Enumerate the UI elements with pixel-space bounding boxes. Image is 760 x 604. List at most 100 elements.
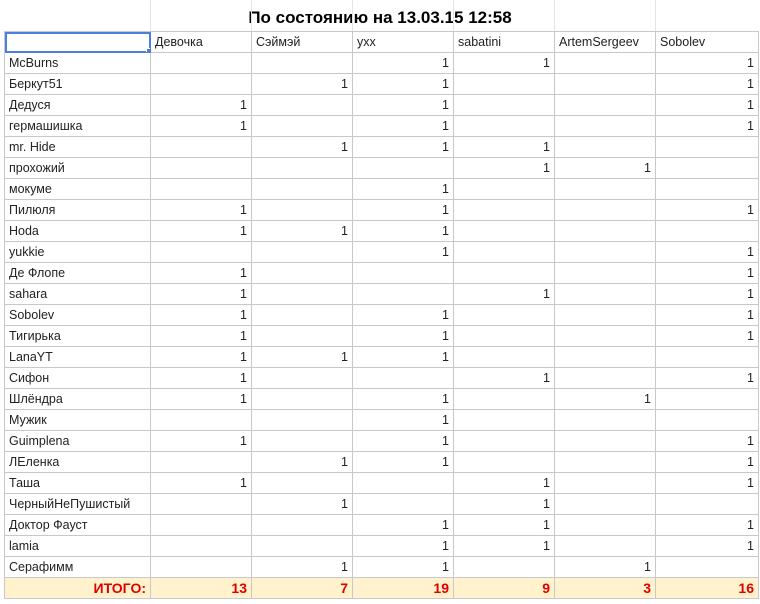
- value-cell[interactable]: [554, 409, 656, 431]
- value-cell[interactable]: [554, 325, 656, 347]
- row-name-cell[interactable]: Hoda: [4, 220, 151, 242]
- value-cell[interactable]: [453, 388, 555, 410]
- value-cell[interactable]: 1: [453, 283, 555, 305]
- row-name-cell[interactable]: sahara: [4, 283, 151, 305]
- value-cell[interactable]: [150, 514, 252, 536]
- value-cell[interactable]: 1: [150, 283, 252, 305]
- value-cell[interactable]: 1: [352, 115, 454, 137]
- column-header-cell[interactable]: sabatini: [453, 31, 555, 53]
- value-cell[interactable]: [453, 262, 555, 284]
- value-cell[interactable]: 1: [150, 367, 252, 389]
- value-cell[interactable]: 1: [453, 157, 555, 179]
- value-cell[interactable]: 1: [150, 325, 252, 347]
- value-cell[interactable]: [453, 346, 555, 368]
- row-name-cell[interactable]: мокуме: [4, 178, 151, 200]
- value-cell[interactable]: 1: [655, 94, 759, 116]
- value-cell[interactable]: 1: [251, 451, 353, 473]
- value-cell[interactable]: 1: [554, 556, 656, 578]
- value-cell[interactable]: [352, 367, 454, 389]
- value-cell[interactable]: 1: [150, 346, 252, 368]
- row-name-cell[interactable]: Guimplena: [4, 430, 151, 452]
- row-name-cell[interactable]: Шлёндра: [4, 388, 151, 410]
- value-cell[interactable]: [251, 157, 353, 179]
- value-cell[interactable]: 1: [150, 199, 252, 221]
- value-cell[interactable]: 1: [352, 409, 454, 431]
- value-cell[interactable]: [554, 241, 656, 263]
- value-cell[interactable]: 1: [352, 430, 454, 452]
- value-cell[interactable]: 1: [352, 535, 454, 557]
- fill-handle[interactable]: [146, 48, 150, 52]
- value-cell[interactable]: 1: [251, 556, 353, 578]
- value-cell[interactable]: [150, 241, 252, 263]
- total-value-cell[interactable]: 7: [251, 577, 353, 599]
- value-cell[interactable]: 1: [453, 52, 555, 74]
- value-cell[interactable]: [554, 178, 656, 200]
- row-name-cell[interactable]: mr. Hide: [4, 136, 151, 158]
- value-cell[interactable]: 1: [352, 304, 454, 326]
- value-cell[interactable]: [554, 94, 656, 116]
- value-cell[interactable]: 1: [352, 52, 454, 74]
- value-cell[interactable]: [251, 178, 353, 200]
- value-cell[interactable]: [251, 472, 353, 494]
- total-value-cell[interactable]: 9: [453, 577, 555, 599]
- value-cell[interactable]: 1: [150, 472, 252, 494]
- row-name-cell[interactable]: ЧерныйНеПушистый: [4, 493, 151, 515]
- value-cell[interactable]: [554, 199, 656, 221]
- value-cell[interactable]: 1: [655, 367, 759, 389]
- value-cell[interactable]: 1: [453, 535, 555, 557]
- value-cell[interactable]: [352, 493, 454, 515]
- row-name-cell[interactable]: ЛЕленка: [4, 451, 151, 473]
- value-cell[interactable]: 1: [655, 199, 759, 221]
- value-cell[interactable]: [554, 220, 656, 242]
- value-cell[interactable]: [251, 535, 353, 557]
- value-cell[interactable]: [554, 283, 656, 305]
- value-cell[interactable]: [655, 409, 759, 431]
- value-cell[interactable]: 1: [453, 367, 555, 389]
- value-cell[interactable]: [453, 304, 555, 326]
- value-cell[interactable]: 1: [251, 136, 353, 158]
- value-cell[interactable]: 1: [352, 325, 454, 347]
- column-header-cell[interactable]: Сэймэй: [251, 31, 353, 53]
- value-cell[interactable]: [554, 52, 656, 74]
- value-cell[interactable]: 1: [251, 493, 353, 515]
- value-cell[interactable]: 1: [352, 451, 454, 473]
- row-name-cell[interactable]: McBurns: [4, 52, 151, 74]
- value-cell[interactable]: [453, 556, 555, 578]
- value-cell[interactable]: [655, 493, 759, 515]
- sheet-title[interactable]: По состоянию на 13.03.15 12:58: [0, 5, 760, 31]
- value-cell[interactable]: [453, 73, 555, 95]
- value-cell[interactable]: [655, 178, 759, 200]
- value-cell[interactable]: 1: [352, 241, 454, 263]
- row-name-cell[interactable]: Доктор Фауст: [4, 514, 151, 536]
- value-cell[interactable]: 1: [150, 262, 252, 284]
- value-cell[interactable]: [453, 451, 555, 473]
- value-cell[interactable]: [554, 451, 656, 473]
- value-cell[interactable]: [251, 325, 353, 347]
- value-cell[interactable]: 1: [655, 451, 759, 473]
- column-header-cell[interactable]: yxx: [352, 31, 454, 53]
- row-name-cell[interactable]: Таша: [4, 472, 151, 494]
- value-cell[interactable]: 1: [554, 388, 656, 410]
- row-name-cell[interactable]: Тигирька: [4, 325, 151, 347]
- value-cell[interactable]: 1: [352, 220, 454, 242]
- selected-cell[interactable]: [4, 31, 151, 53]
- value-cell[interactable]: [150, 451, 252, 473]
- value-cell[interactable]: [554, 535, 656, 557]
- value-cell[interactable]: 1: [150, 304, 252, 326]
- value-cell[interactable]: [150, 73, 252, 95]
- value-cell[interactable]: 1: [251, 346, 353, 368]
- value-cell[interactable]: [554, 115, 656, 137]
- value-cell[interactable]: [150, 178, 252, 200]
- total-label-cell[interactable]: ИТОГО:: [4, 577, 151, 599]
- value-cell[interactable]: 1: [150, 94, 252, 116]
- value-cell[interactable]: [453, 409, 555, 431]
- value-cell[interactable]: [251, 199, 353, 221]
- value-cell[interactable]: [554, 136, 656, 158]
- total-value-cell[interactable]: 3: [554, 577, 656, 599]
- value-cell[interactable]: [554, 346, 656, 368]
- value-cell[interactable]: [150, 157, 252, 179]
- total-value-cell[interactable]: 16: [655, 577, 759, 599]
- value-cell[interactable]: [251, 115, 353, 137]
- value-cell[interactable]: [352, 262, 454, 284]
- value-cell[interactable]: [554, 367, 656, 389]
